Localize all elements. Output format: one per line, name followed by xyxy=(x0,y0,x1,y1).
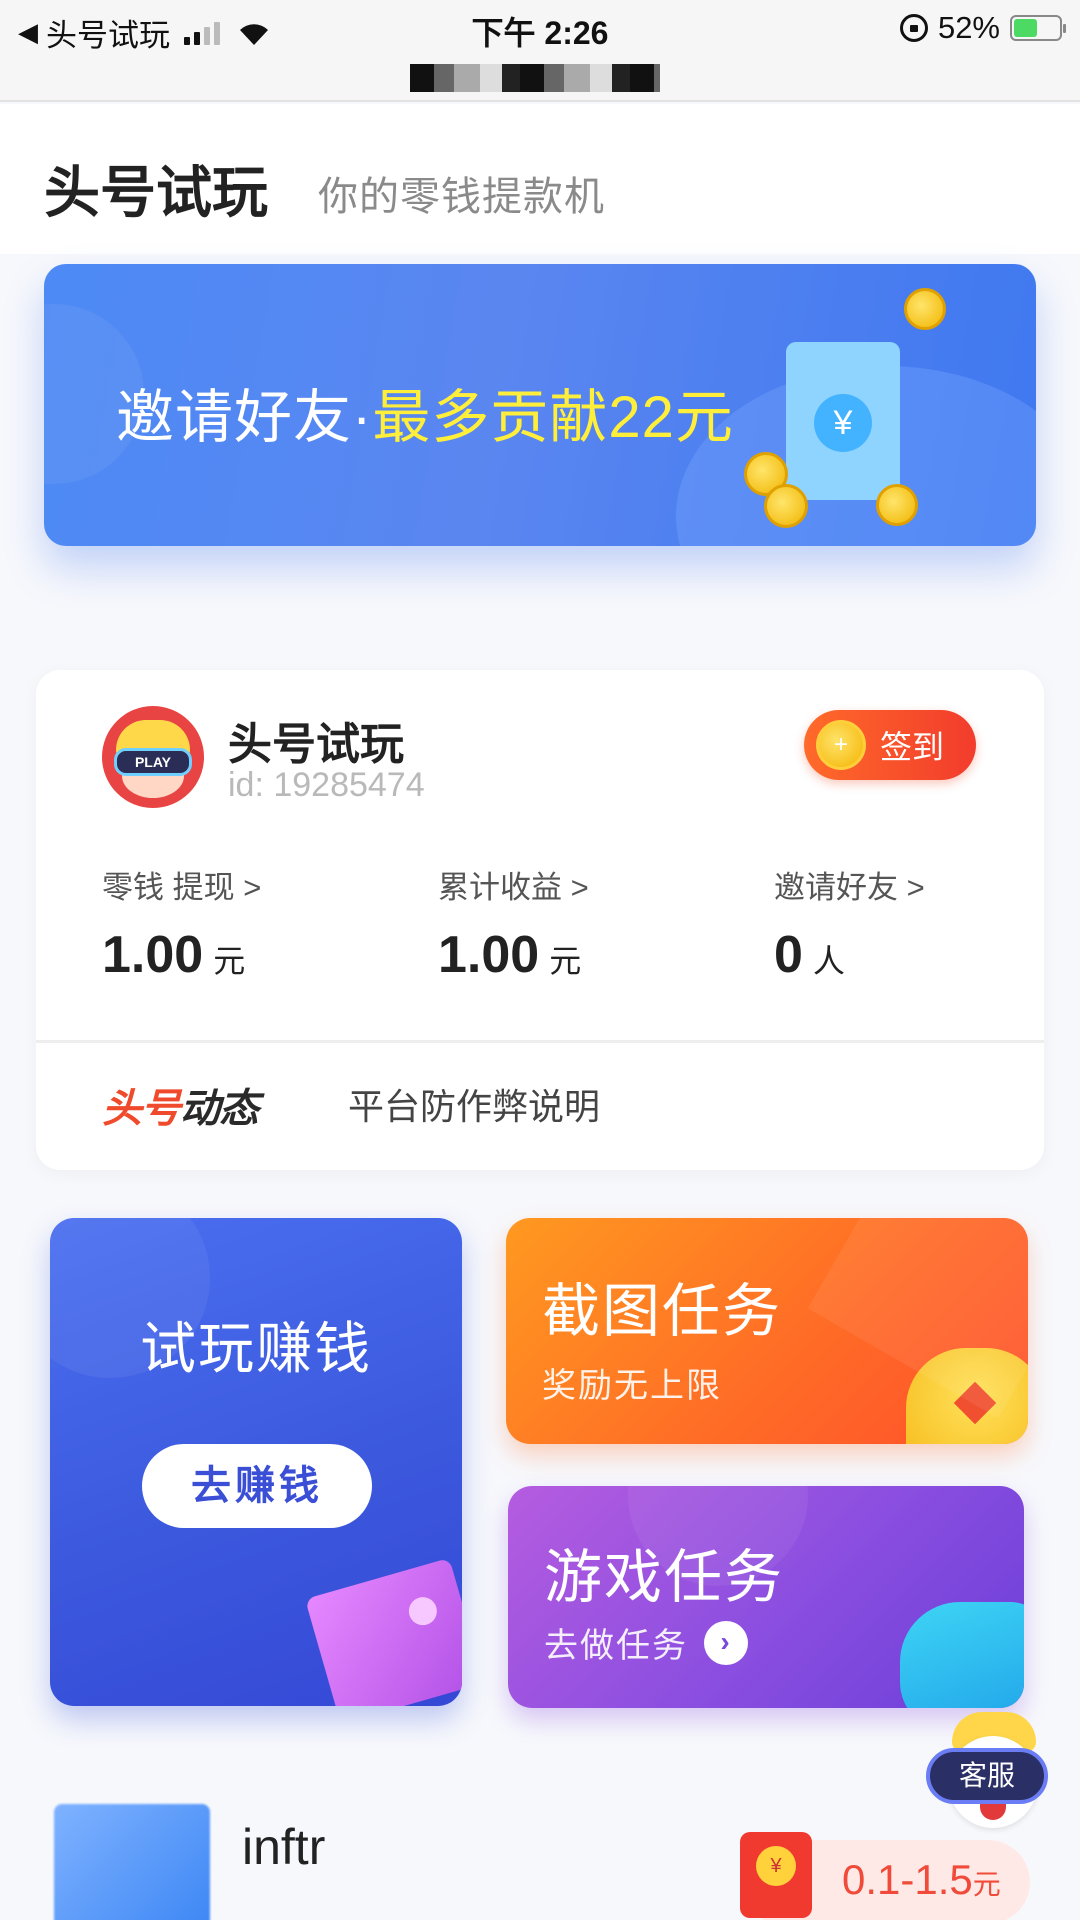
stat-invited-friends[interactable]: 邀请好友 > 0人 xyxy=(774,862,925,985)
reward-unit: 元 xyxy=(972,1869,1001,1900)
coin-icon xyxy=(764,484,808,528)
stat-label: 零钱 提现 > xyxy=(102,870,262,905)
screenshot-task-subtitle: 奖励无上限 xyxy=(542,1367,722,1405)
wallet-icon xyxy=(304,1557,462,1706)
app-page: ◀ 头号试玩 下午 2:26 52% 头号试玩 你的零钱提款机 邀请好友·最多贡… xyxy=(0,0,1080,1920)
go-earn-button[interactable]: 去赚钱 xyxy=(142,1444,372,1528)
app-header: 头号试玩 你的零钱提款机 xyxy=(0,104,1080,254)
stat-total-earnings[interactable]: 累计收益 > 1.00 元 xyxy=(438,862,589,985)
battery-percent: 52% xyxy=(937,10,1000,45)
game-blob-icon xyxy=(900,1602,1024,1708)
stat-number: 1.00 xyxy=(102,926,204,984)
stat-label: 累计收益 > xyxy=(438,870,589,905)
try-play-earn-tile[interactable]: 试玩赚钱 去赚钱 xyxy=(50,1218,462,1706)
avatar[interactable]: PLAY xyxy=(102,706,204,808)
game-task-tile[interactable]: 游戏任务 去做任务 › xyxy=(508,1486,1024,1708)
rotation-lock-icon xyxy=(899,14,928,42)
battery-icon xyxy=(1010,15,1066,41)
stat-number: 1.00 xyxy=(438,926,540,984)
app-thumbnail xyxy=(54,1804,210,1920)
coin-icon: + xyxy=(816,720,866,770)
invite-banner-main: 邀请好友· xyxy=(116,385,373,450)
stat-value: 0人 xyxy=(774,925,925,985)
page-subtitle: 你的零钱提款机 xyxy=(318,175,605,219)
signin-label: 签到 xyxy=(880,729,945,765)
status-bar: ◀ 头号试玩 下午 2:26 52% xyxy=(0,0,1080,102)
red-packet-mark xyxy=(953,1381,997,1425)
stat-value: 1.00 元 xyxy=(438,925,589,985)
coin-icon xyxy=(904,288,946,330)
stat-value: 1.00 元 xyxy=(102,925,261,985)
user-id: id: 19285474 xyxy=(228,766,425,804)
invite-banner-text: 邀请好友·最多贡献22元 xyxy=(116,370,734,454)
game-task-title: 游戏任务 xyxy=(544,1545,785,1610)
avatar-play-logo: PLAY xyxy=(114,748,192,776)
list-item[interactable]: inftr ¥ 0.1-1.5元 xyxy=(0,1790,1080,1920)
reward-value: 0.1-1.5 xyxy=(842,1856,973,1903)
wallet-clasp xyxy=(405,1593,441,1629)
chevron-right-icon[interactable]: › xyxy=(704,1620,748,1665)
stat-number: 0 xyxy=(774,926,803,984)
user-name: 头号试玩 xyxy=(228,720,404,769)
stat-unit: 元 xyxy=(549,943,582,979)
invite-banner-highlight: 最多贡献22元 xyxy=(372,385,734,450)
news-logo: 头号动态 xyxy=(102,1076,259,1134)
news-logo-dark: 动态 xyxy=(180,1087,259,1131)
game-task-cta: 去做任务 xyxy=(544,1627,688,1665)
user-card: PLAY 头号试玩 id: 19285474 + 签到 零钱 提现 > 1.00… xyxy=(36,670,1044,1170)
red-envelope-card-icon: ¥ xyxy=(786,342,900,500)
news-headline-link[interactable]: 平台防作弊说明 xyxy=(348,1078,600,1130)
yen-icon: ¥ xyxy=(814,394,872,452)
battery-fill xyxy=(1014,19,1037,37)
list-item-title: inftr xyxy=(242,1819,326,1875)
reward-amount: 0.1-1.5元 xyxy=(842,1856,1001,1904)
invite-banner[interactable]: 邀请好友·最多贡献22元 ¥ xyxy=(44,264,1036,546)
divider xyxy=(36,1040,1044,1043)
screenshot-task-title: 截图任务 xyxy=(542,1279,783,1344)
screenshot-task-tile[interactable]: 截图任务 奖励无上限 xyxy=(506,1218,1028,1444)
red-envelope-icon: ¥ xyxy=(740,1832,812,1918)
status-right: 52% xyxy=(899,10,1066,46)
stat-unit: 人 xyxy=(812,943,845,979)
news-logo-red: 头号 xyxy=(102,1087,181,1131)
page-title: 头号试玩 xyxy=(44,161,268,224)
stat-unit: 元 xyxy=(213,943,246,979)
stat-label: 邀请好友 > xyxy=(774,870,925,905)
yen-icon: ¥ xyxy=(756,1846,796,1886)
try-play-earn-title: 试玩赚钱 xyxy=(140,1317,372,1380)
signin-button[interactable]: + 签到 xyxy=(804,710,976,780)
coin-icon xyxy=(876,484,918,526)
game-task-subtitle: 去做任务 › xyxy=(544,1618,748,1667)
stat-balance[interactable]: 零钱 提现 > 1.00 元 xyxy=(102,862,261,985)
red-packet-icon xyxy=(906,1348,1028,1444)
reward-badge[interactable]: ¥ 0.1-1.5元 xyxy=(740,1832,1030,1920)
redacted-url-bar xyxy=(410,64,660,92)
